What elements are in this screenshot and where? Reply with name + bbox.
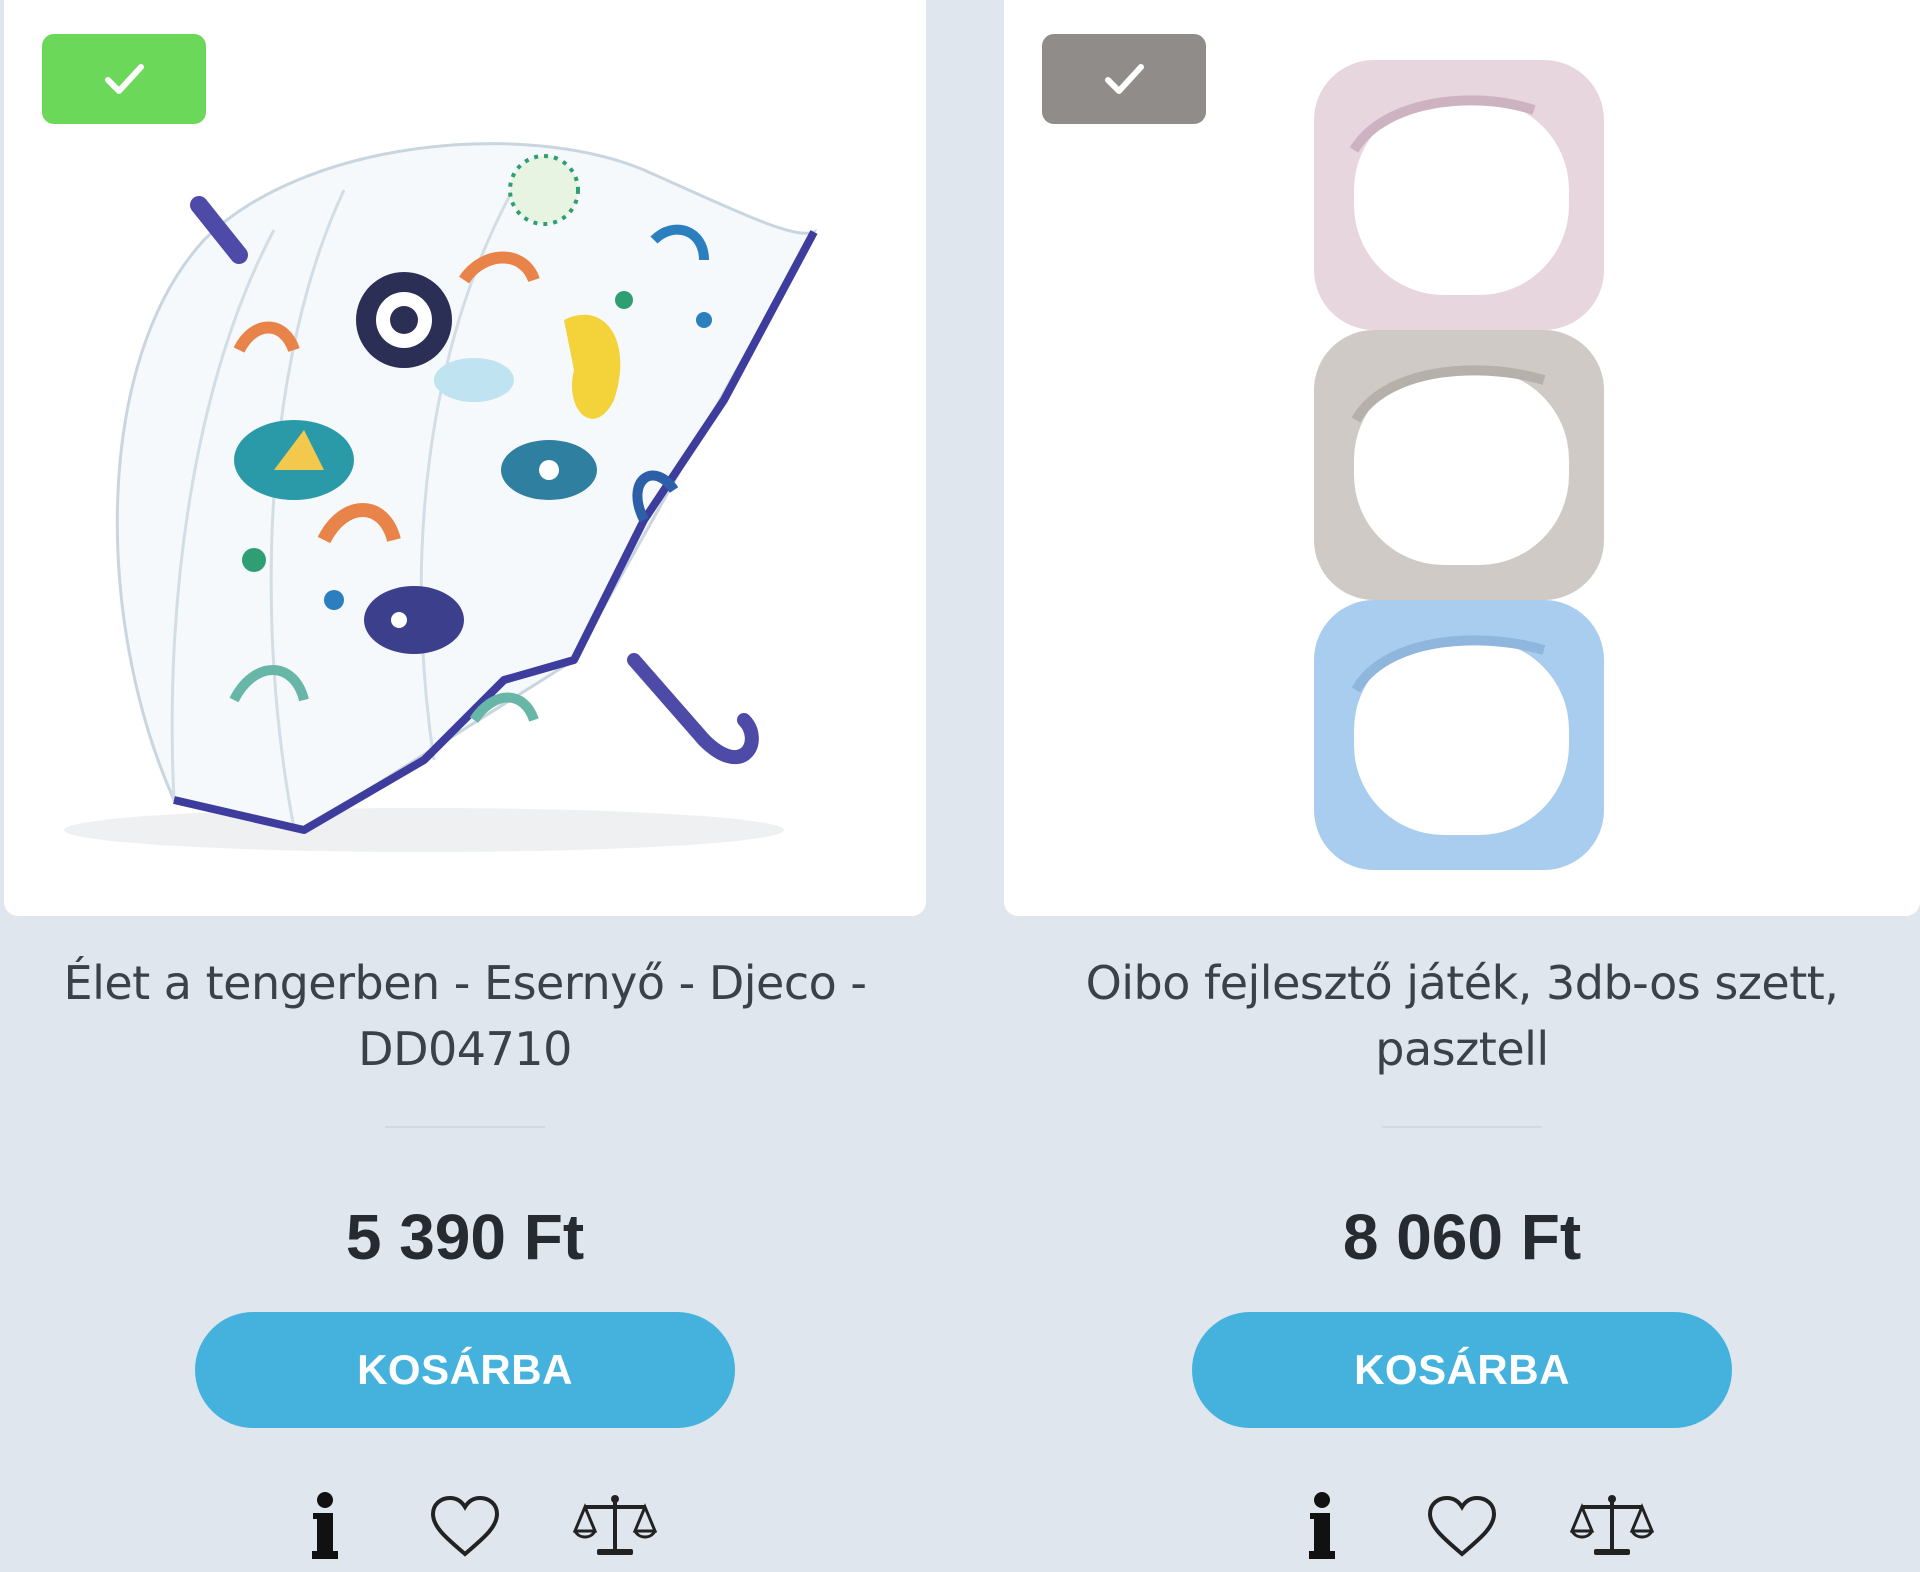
add-to-cart-button[interactable]: KOSÁRBA xyxy=(1192,1312,1732,1428)
divider xyxy=(385,1126,545,1128)
heart-icon xyxy=(430,1495,500,1557)
product-actions xyxy=(265,1486,665,1566)
product-price: 8 060 Ft xyxy=(1342,1201,1582,1273)
product-price: 5 390 Ft xyxy=(345,1201,585,1273)
compare-scale-icon xyxy=(573,1495,657,1555)
heart-icon xyxy=(1427,1495,1497,1557)
product-title[interactable]: Oibo fejlesztő játék, 3db-os szett, pasz… xyxy=(1024,950,1900,1082)
product-card: Élet a tengerben - Esernyő - Djeco - DD0… xyxy=(4,0,926,1572)
availability-badge xyxy=(42,34,206,124)
product-grid: Élet a tengerben - Esernyő - Djeco - DD0… xyxy=(0,0,1920,1572)
availability-badge xyxy=(1042,34,1206,124)
product-image-link[interactable] xyxy=(1004,0,1920,916)
compare-scale-icon xyxy=(1570,1495,1654,1555)
product-image-umbrella xyxy=(64,142,818,852)
product-actions xyxy=(1262,1486,1662,1566)
add-to-cart-button[interactable]: KOSÁRBA xyxy=(195,1312,735,1428)
product-card: Oibo fejlesztő játék, 3db-os szett, pasz… xyxy=(1004,0,1920,1572)
wishlist-button[interactable] xyxy=(425,1486,505,1566)
product-title[interactable]: Élet a tengerben - Esernyő - Djeco - DD0… xyxy=(24,950,906,1082)
wishlist-button[interactable] xyxy=(1422,1486,1502,1566)
compare-button[interactable] xyxy=(565,1486,665,1566)
product-image-cubes xyxy=(1314,60,1604,870)
info-icon xyxy=(1309,1492,1335,1559)
product-image-link[interactable] xyxy=(4,0,926,916)
info-button[interactable] xyxy=(305,1486,345,1566)
check-icon xyxy=(105,64,144,94)
info-button[interactable] xyxy=(1302,1486,1342,1566)
compare-button[interactable] xyxy=(1562,1486,1662,1566)
divider xyxy=(1382,1126,1542,1128)
check-icon xyxy=(1105,64,1144,94)
info-icon xyxy=(312,1492,338,1559)
